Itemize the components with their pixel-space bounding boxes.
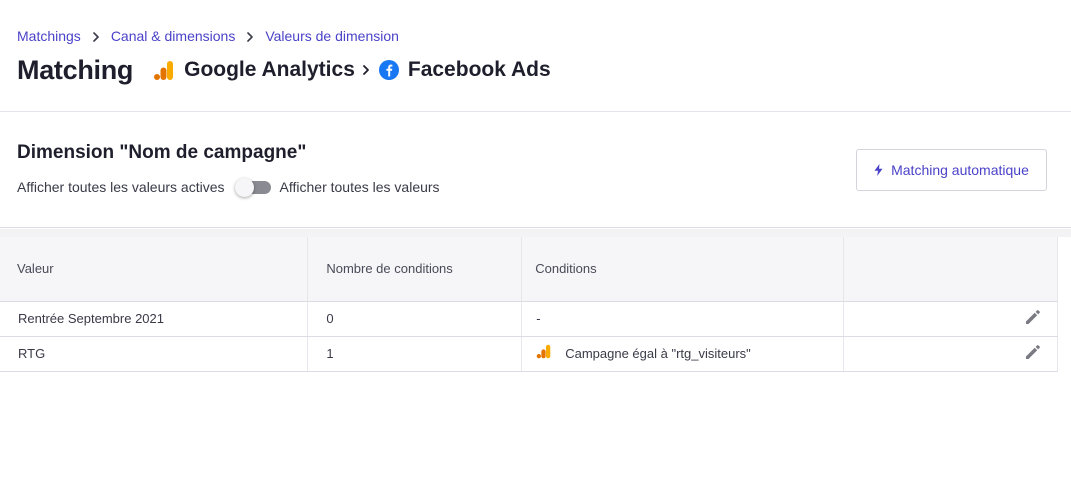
lightning-bolt-icon xyxy=(874,164,883,176)
target-channel-name: Facebook Ads xyxy=(407,58,551,81)
toggle-label-active: Afficher toutes les valeurs actives xyxy=(17,179,225,195)
breadcrumb: Matchings Canal & dimensions Valeurs de … xyxy=(17,28,399,44)
facebook-icon xyxy=(378,60,399,80)
automatic-matching-label: Matching automatique xyxy=(891,162,1029,178)
row-value: Rentrée Septembre 2021 xyxy=(0,301,309,337)
condition-item: Campagne égal à "rtg_visiteurs" xyxy=(536,344,843,361)
chevron-right-icon xyxy=(235,28,265,44)
breadcrumb-valeurs-dimension[interactable]: Valeurs de dimension xyxy=(265,28,399,44)
row-conditions: Campagne égal à "rtg_visiteurs" xyxy=(521,336,845,372)
toggle-label-all: Afficher toutes les valeurs xyxy=(279,179,440,195)
column-header-conditions: Conditions xyxy=(521,237,845,302)
pencil-edit-icon[interactable] xyxy=(1023,307,1043,327)
table-header-row: Valeur Nombre de conditions Conditions xyxy=(0,237,1058,302)
table-row: Rentrée Septembre 2021 0 - xyxy=(0,301,1058,337)
breadcrumb-matchings[interactable]: Matchings xyxy=(17,28,81,44)
row-condition-count: 0 xyxy=(307,301,523,337)
dimension-title: Dimension "Nom de campagne" xyxy=(17,142,307,163)
row-condition-text: Campagne égal à "rtg_visiteurs" xyxy=(565,346,751,361)
row-condition-text: - xyxy=(536,311,541,326)
column-header-nombre-conditions: Nombre de conditions xyxy=(307,237,523,302)
toggle-knob xyxy=(234,178,254,197)
row-condition-count: 1 xyxy=(307,336,523,372)
dimension-panel: Dimension "Nom de campagne" Afficher tou… xyxy=(0,112,1071,228)
pencil-edit-icon[interactable] xyxy=(1023,342,1043,362)
row-conditions: - xyxy=(521,301,845,337)
google-analytics-icon xyxy=(153,60,174,81)
title-row: Matching Google Analytics Facebook Ads xyxy=(17,52,551,88)
row-value: RTG xyxy=(0,336,309,372)
show-all-values-toggle[interactable] xyxy=(234,178,271,197)
automatic-matching-button[interactable]: Matching automatique xyxy=(856,149,1047,191)
chevron-right-icon xyxy=(81,28,111,44)
column-header-actions xyxy=(843,237,1058,302)
values-table-area: Valeur Nombre de conditions Conditions R… xyxy=(0,229,1071,493)
page-header: Matchings Canal & dimensions Valeurs de … xyxy=(0,0,1071,112)
page-title: Matching xyxy=(17,54,134,85)
google-analytics-icon xyxy=(536,344,551,359)
column-header-valeur: Valeur xyxy=(0,237,309,302)
table-top-spacer xyxy=(0,229,1071,237)
values-table: Valeur Nombre de conditions Conditions R… xyxy=(0,237,1058,372)
table-row: RTG 1 Campagne égal à "rtg_visiteurs" xyxy=(0,336,1058,372)
row-actions xyxy=(843,301,1058,337)
chevron-right-icon xyxy=(361,64,371,76)
filter-toggle-row: Afficher toutes les valeurs actives Affi… xyxy=(17,178,440,197)
source-channel-name: Google Analytics xyxy=(184,58,355,81)
breadcrumb-canal-dimensions[interactable]: Canal & dimensions xyxy=(111,28,236,44)
row-actions xyxy=(843,336,1058,372)
